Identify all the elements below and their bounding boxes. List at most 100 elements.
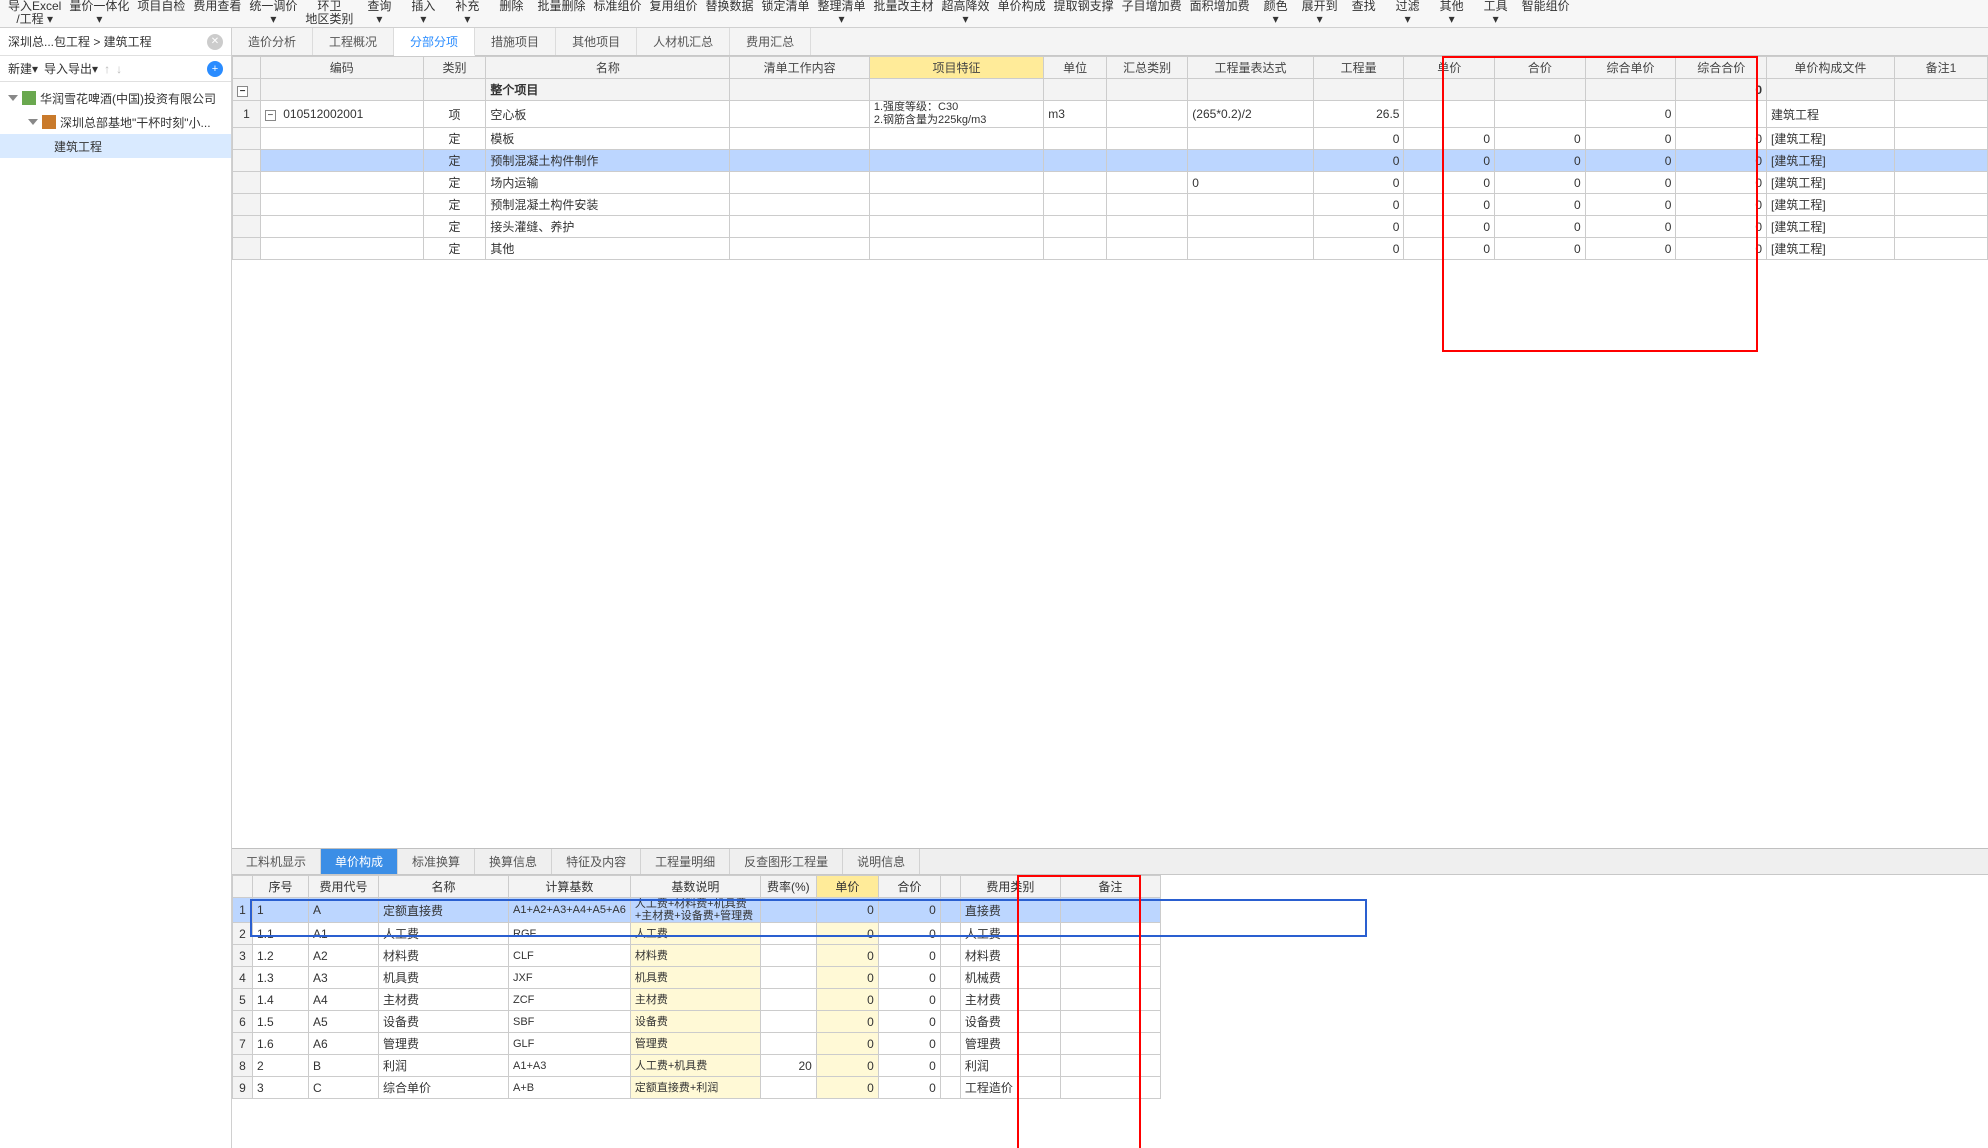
toolbar-button[interactable]: 面积增加费 xyxy=(1186,0,1254,26)
toolbar-button[interactable]: 工具▾ xyxy=(1474,0,1518,26)
cost-row[interactable]: 21.1A1人工费RGF人工费00人工费 xyxy=(233,923,1161,945)
cost-row[interactable]: 93C综合单价A+B定额直接费+利润00工程造价 xyxy=(233,1077,1161,1099)
cost-row[interactable]: 41.3A3机具费JXF机具费00机械费 xyxy=(233,967,1161,989)
cost-row[interactable]: 51.4A4主材费ZCF主材费00主材费 xyxy=(233,989,1161,1011)
bcol-header[interactable]: 单价 xyxy=(816,876,878,898)
main-grid[interactable]: 编码类别名称清单工作内容项目特征单位汇总类别工程量表达式工程量单价合价综合单价综… xyxy=(232,56,1988,260)
bcol-header[interactable]: 备注 xyxy=(1060,876,1160,898)
toolbar-button[interactable]: 项目自检 xyxy=(133,0,189,26)
toolbar-button[interactable]: 批量改主材 xyxy=(870,0,938,26)
bcol-header[interactable]: 合价 xyxy=(878,876,940,898)
tab-0[interactable]: 造价分析 xyxy=(232,28,313,55)
toolbar-button[interactable]: 超高降效▾ xyxy=(938,0,994,26)
tab-1[interactable]: 工程概况 xyxy=(313,28,394,55)
bottom-tab-2[interactable]: 标准换算 xyxy=(398,849,475,874)
col-header[interactable]: 编码 xyxy=(260,57,423,79)
toolbar-button[interactable]: 批量删除 xyxy=(533,0,589,26)
cost-row[interactable]: 61.5A5设备费SBF设备费00设备费 xyxy=(233,1011,1161,1033)
tree-node-base[interactable]: 深圳总部基地"干杯时刻"小... xyxy=(0,110,231,134)
toolbar-button[interactable]: 删除 xyxy=(489,0,533,26)
toolbar-button[interactable]: 插入▾ xyxy=(401,0,445,26)
toolbar-button[interactable]: 统一调价▾ xyxy=(245,0,301,26)
collapse-icon[interactable]: − xyxy=(237,86,248,97)
toolbar-button[interactable]: 单价构成 xyxy=(994,0,1050,26)
toolbar-button[interactable]: 颜色▾ xyxy=(1254,0,1298,26)
bcol-header[interactable]: 计算基数 xyxy=(509,876,631,898)
bottom-tab-0[interactable]: 工料机显示 xyxy=(232,849,321,874)
col-header[interactable]: 备注1 xyxy=(1894,57,1987,79)
toolbar-button[interactable]: 其他▾ xyxy=(1430,0,1474,26)
col-header[interactable]: 合价 xyxy=(1495,57,1586,79)
col-header[interactable]: 工程量表达式 xyxy=(1188,57,1314,79)
bcol-header[interactable]: 序号 xyxy=(253,876,309,898)
tree-node-building[interactable]: 建筑工程 xyxy=(0,134,231,158)
tab-3[interactable]: 措施项目 xyxy=(475,28,556,55)
tab-4[interactable]: 其他项目 xyxy=(556,28,637,55)
table-row[interactable]: 定预制混凝土构件制作00000[建筑工程] xyxy=(233,150,1988,172)
col-header[interactable]: 综合合价 xyxy=(1676,57,1767,79)
close-icon[interactable]: ✕ xyxy=(207,34,223,50)
toolbar-button[interactable]: 补充▾ xyxy=(445,0,489,26)
breadcrumb[interactable]: 深圳总...包工程 > 建筑工程 xyxy=(8,33,152,50)
toolbar-button[interactable]: 提取钢支撑 xyxy=(1050,0,1118,26)
import-export-button[interactable]: 导入导出▾ xyxy=(44,60,98,77)
table-row[interactable]: 定预制混凝土构件安装00000[建筑工程] xyxy=(233,194,1988,216)
col-header[interactable]: 单位 xyxy=(1044,57,1107,79)
col-header[interactable]: 汇总类别 xyxy=(1106,57,1187,79)
cost-row[interactable]: 31.2A2材料费CLF材料费00材料费 xyxy=(233,945,1161,967)
toolbar-button[interactable]: 标准组价 xyxy=(589,0,645,26)
bottom-tab-7[interactable]: 说明信息 xyxy=(843,849,920,874)
down-arrow-icon[interactable]: ↓ xyxy=(116,62,122,76)
col-header[interactable]: 名称 xyxy=(486,57,730,79)
cost-row[interactable]: 11A定额直接费A1+A2+A3+A4+A5+A6人工费+材料费+机具费+主材费… xyxy=(233,898,1161,923)
bcol-header[interactable]: 费率(%) xyxy=(760,876,816,898)
cost-row[interactable]: 82B利润A1+A3人工费+机具费2000利润 xyxy=(233,1055,1161,1077)
bottom-tab-1[interactable]: 单价构成 xyxy=(321,849,398,874)
toolbar-button[interactable]: 环卫地区类别 xyxy=(301,0,357,26)
col-header[interactable]: 清单工作内容 xyxy=(730,57,869,79)
toolbar-button[interactable]: 查询▾ xyxy=(357,0,401,26)
toolbar-button[interactable]: 整理清单▾ xyxy=(814,0,870,26)
bottom-tab-3[interactable]: 换算信息 xyxy=(475,849,552,874)
bcol-header[interactable]: 基数说明 xyxy=(630,876,760,898)
col-header[interactable] xyxy=(233,57,261,79)
table-row[interactable]: 定接头灌缝、养护00000[建筑工程] xyxy=(233,216,1988,238)
col-header[interactable]: 单价 xyxy=(1404,57,1495,79)
bcol-header[interactable]: 名称 xyxy=(379,876,509,898)
bcol-header[interactable] xyxy=(233,876,253,898)
table-row[interactable]: 定场内运输000000[建筑工程] xyxy=(233,172,1988,194)
bcol-header[interactable]: 费用代号 xyxy=(309,876,379,898)
bcol-header[interactable] xyxy=(940,876,960,898)
bcol-header[interactable]: 费用类别 xyxy=(960,876,1060,898)
toolbar-button[interactable]: 费用查看 xyxy=(189,0,245,26)
bottom-tab-6[interactable]: 反查图形工程量 xyxy=(730,849,843,874)
up-arrow-icon[interactable]: ↑ xyxy=(104,62,110,76)
toolbar-button[interactable]: 锁定清单 xyxy=(758,0,814,26)
cost-row[interactable]: 71.6A6管理费GLF管理费00管理费 xyxy=(233,1033,1161,1055)
toolbar-button[interactable]: 查找 xyxy=(1342,0,1386,26)
toolbar-button[interactable]: 复用组价 xyxy=(645,0,701,26)
tree-node-company[interactable]: 华润雪花啤酒(中国)投资有限公司 xyxy=(0,86,231,110)
table-row[interactable]: 定模板00000[建筑工程] xyxy=(233,128,1988,150)
toolbar-button[interactable]: 量价一体化▾ xyxy=(65,0,133,26)
col-header[interactable]: 项目特征 xyxy=(869,57,1043,79)
bottom-tab-5[interactable]: 工程量明细 xyxy=(641,849,730,874)
table-row[interactable]: 定其他00000[建筑工程] xyxy=(233,238,1988,260)
add-icon[interactable]: + xyxy=(207,61,223,77)
tab-6[interactable]: 费用汇总 xyxy=(730,28,811,55)
toolbar-button[interactable]: 展开到▾ xyxy=(1298,0,1342,26)
toolbar-button[interactable]: 导入Excel/工程 ▾ xyxy=(4,0,65,26)
col-header[interactable]: 综合单价 xyxy=(1585,57,1676,79)
toolbar-button[interactable]: 智能组价 xyxy=(1518,0,1574,26)
bottom-tab-4[interactable]: 特征及内容 xyxy=(552,849,641,874)
col-header[interactable]: 类别 xyxy=(423,57,486,79)
table-row[interactable]: 1− 010512002001项空心板1.强度等级：C302.钢筋含量为225k… xyxy=(233,101,1988,128)
new-button[interactable]: 新建▾ xyxy=(8,60,38,77)
tab-2[interactable]: 分部分项 xyxy=(394,28,475,56)
tab-5[interactable]: 人材机汇总 xyxy=(637,28,730,55)
toolbar-button[interactable]: 子目增加费 xyxy=(1118,0,1186,26)
bottom-grid[interactable]: 序号费用代号名称计算基数基数说明费率(%)单价合价费用类别备注11A定额直接费A… xyxy=(232,875,1161,1099)
col-header[interactable]: 工程量 xyxy=(1313,57,1404,79)
toolbar-button[interactable]: 过滤▾ xyxy=(1386,0,1430,26)
col-header[interactable]: 单价构成文件 xyxy=(1767,57,1895,79)
